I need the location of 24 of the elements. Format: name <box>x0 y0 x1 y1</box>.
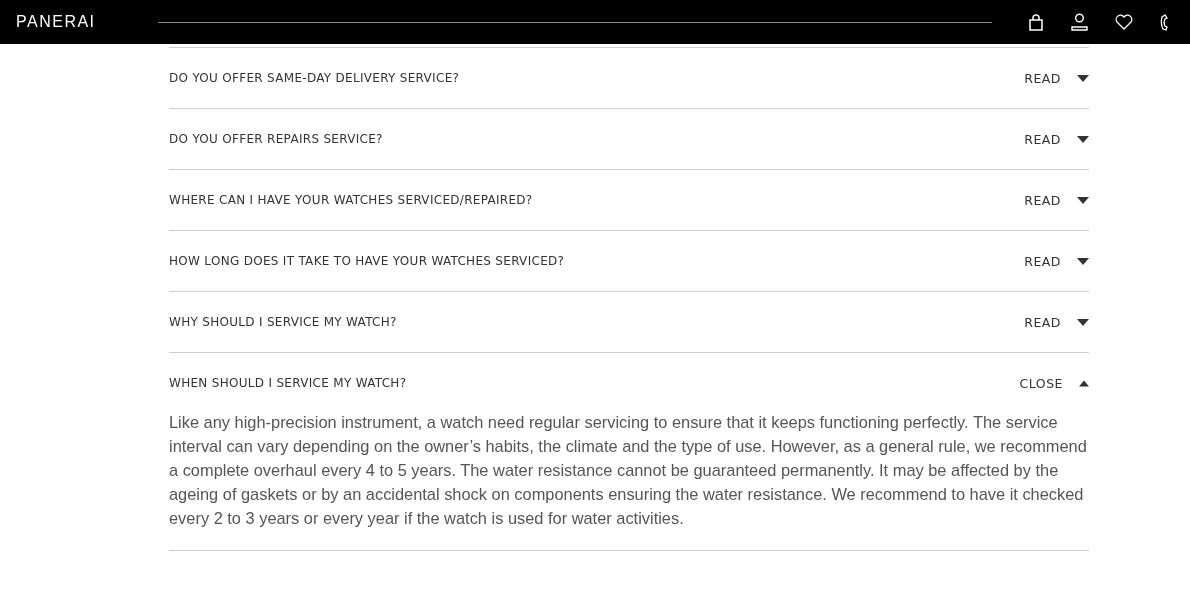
faq-question: HOW LONG DOES IT TAKE TO HAVE YOUR WATCHES SERVICED? <box>169 254 565 268</box>
faq-toggle[interactable]: READ <box>1024 131 1089 147</box>
faq-question: WHY SHOULD I SERVICE MY WATCH? <box>169 315 397 329</box>
faq-question: DO YOU OFFER SAME-DAY DELIVERY SERVICE? <box>169 71 460 85</box>
caret-icon <box>1077 135 1089 143</box>
faq-toggle[interactable]: CLOSE <box>1019 375 1089 391</box>
caret-icon <box>1079 379 1089 387</box>
heart-icon[interactable] <box>1115 14 1133 30</box>
caret-icon <box>1077 74 1089 82</box>
shopping-bag-icon[interactable] <box>1028 13 1044 31</box>
faq-question: WHERE CAN I HAVE YOUR WATCHES SERVICED/REPAIRED? <box>169 193 533 207</box>
faq-toggle[interactable]: READ <box>1024 253 1089 269</box>
faq-toggle[interactable]: READ <box>1024 314 1089 330</box>
caret-icon <box>1077 257 1089 265</box>
faq-toggle[interactable]: READ <box>1024 192 1089 208</box>
faq-toggle[interactable]: READ <box>1024 70 1089 86</box>
caret-icon <box>1077 318 1089 326</box>
faq-question: WHEN SHOULD I SERVICE MY WATCH? <box>169 376 407 390</box>
caret-icon <box>1077 196 1089 204</box>
account-icon[interactable] <box>1071 13 1088 31</box>
logo[interactable]: PANERAI <box>16 13 158 31</box>
faq-answer: Like any high-precision instrument, a watch need regular servicing to ensure that it keeps functioning perfectly. The service interval can vary depending on the owner’s habits, the climate and the type of use. However, as a general rule, we recommend a complete overhaul every 4 to 5 years. The water resistance cannot be guaranteed permanently. It may be affected by the ageing of gaskets or by an accidental shock on components ensuring the water resistance. We recommend to have it checked every 2 to 3 years or every year if the watch is used for water activities. <box>169 412 1088 529</box>
faq-question: DO YOU OFFER REPAIRS SERVICE? <box>169 132 383 146</box>
phone-icon[interactable] <box>1160 13 1168 31</box>
